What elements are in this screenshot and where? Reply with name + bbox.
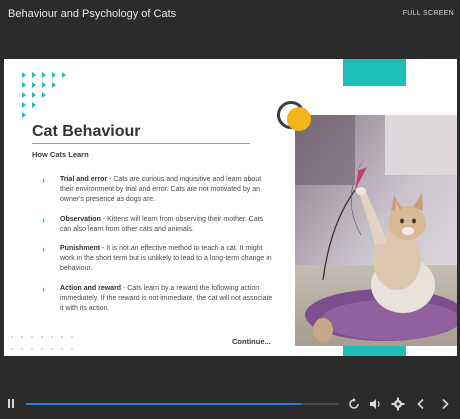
volume-icon[interactable] xyxy=(368,397,382,411)
prev-icon[interactable] xyxy=(414,397,428,411)
yellow-dot-decoration xyxy=(287,107,311,131)
dot-pattern-decoration xyxy=(10,335,80,356)
chevron-right-icon: › xyxy=(42,175,45,185)
course-title: Behaviour and Psychology of Cats xyxy=(8,8,177,20)
list-item: › Trial and error - Cats are curious and… xyxy=(42,175,274,206)
chevron-right-icon: › xyxy=(42,283,45,294)
player-controls xyxy=(0,388,460,419)
bullet-term: Action and reward xyxy=(60,284,122,292)
cat-photo xyxy=(295,115,457,346)
title-divider xyxy=(32,143,250,144)
bullet-list: › Trial and error - Cats are curious and… xyxy=(42,175,274,323)
arrow-pattern-decoration xyxy=(20,71,80,123)
progress-bar[interactable] xyxy=(26,403,339,405)
bullet-term: Trial and error xyxy=(60,176,108,183)
slide-title: Cat Behaviour xyxy=(32,123,141,140)
list-item: › Action and reward - Cats learn by a re… xyxy=(42,284,274,315)
progress-fill xyxy=(26,403,302,405)
settings-icon[interactable] xyxy=(391,397,405,411)
slide-subtitle: How Cats Learn xyxy=(32,150,89,159)
pause-icon[interactable] xyxy=(8,399,14,408)
list-item: › Observation - Kittens will learn from … xyxy=(42,215,274,235)
chevron-right-icon: › xyxy=(42,214,45,225)
bullet-term: Observation xyxy=(60,215,101,223)
next-icon[interactable] xyxy=(438,397,452,411)
teal-accent-block xyxy=(343,59,406,86)
replay-icon[interactable] xyxy=(347,397,361,411)
player-header: Behaviour and Psychology of Cats FULL SC… xyxy=(0,0,460,30)
continue-link[interactable]: Continue... xyxy=(232,337,271,346)
chevron-right-icon: › xyxy=(42,244,45,255)
teal-accent-strip xyxy=(343,346,406,356)
slide: Cat Behaviour How Cats Learn › Trial and… xyxy=(4,59,457,356)
bullet-term: Punishment xyxy=(60,245,101,253)
list-item: › Punishment - It is not an effective me… xyxy=(42,244,274,275)
fullscreen-button[interactable]: FULL SCREEN xyxy=(403,10,454,17)
